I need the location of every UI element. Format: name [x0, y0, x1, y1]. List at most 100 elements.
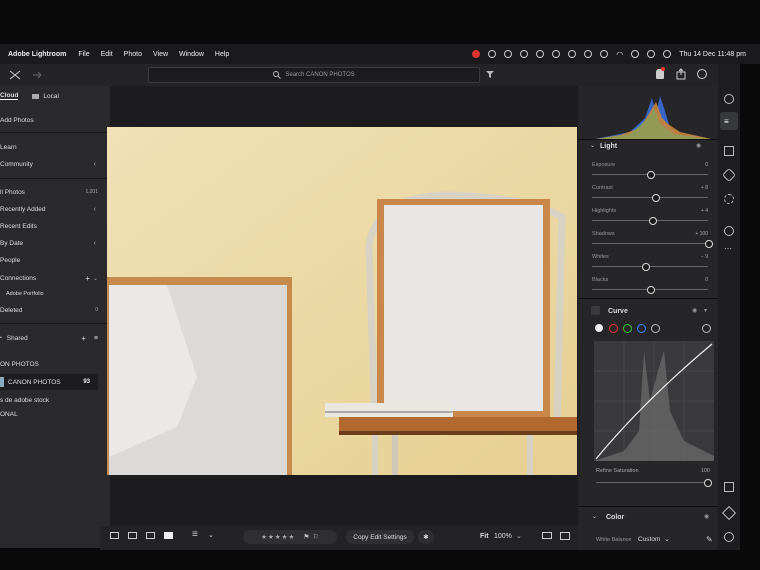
sidebar-item-learn[interactable]: Learn: [0, 141, 106, 153]
sidebar-item-deleted[interactable]: Deleted 0: [0, 304, 106, 316]
add-icon[interactable]: +: [85, 274, 90, 283]
eye-icon[interactable]: ◉: [696, 142, 701, 149]
chevron-down-icon[interactable]: ▾: [704, 307, 707, 314]
healing-icon[interactable]: [721, 167, 737, 183]
slider-value-exposure[interactable]: 0: [705, 162, 708, 168]
slider-blacks[interactable]: [647, 286, 655, 294]
forward-arrow-icon[interactable]: [32, 70, 42, 80]
chevron-down-icon[interactable]: ⌄: [516, 532, 522, 540]
record-icon[interactable]: [472, 50, 481, 58]
comments-icon[interactable]: [724, 482, 734, 492]
chevron-down-icon[interactable]: ⌄: [93, 275, 98, 282]
history-icon[interactable]: [724, 226, 734, 236]
curve-section-title[interactable]: Curve: [608, 308, 628, 315]
slider-value-contrast[interactable]: + 8: [701, 185, 708, 191]
sidebar-item-by-date[interactable]: By Date ‹: [0, 237, 106, 249]
refine-saturation-slider[interactable]: [704, 479, 712, 487]
filter-icon[interactable]: [486, 70, 494, 78]
white-balance-value[interactable]: Custom: [638, 536, 660, 543]
status-icon[interactable]: [520, 50, 529, 58]
status-icon[interactable]: [504, 50, 513, 58]
square-grid-icon[interactable]: [128, 532, 137, 539]
tone-curve-graph[interactable]: [594, 341, 714, 461]
add-album-icon[interactable]: +: [81, 334, 86, 343]
filmstrip-icon[interactable]: [542, 532, 552, 539]
masking-icon[interactable]: [724, 194, 734, 204]
album-item-canon-photos[interactable]: CANON PHOTOS 93: [0, 374, 98, 390]
slider-value-highlights[interactable]: + 4: [701, 208, 708, 214]
menu-photo[interactable]: Photo: [124, 51, 142, 58]
menu-edit[interactable]: Edit: [101, 51, 113, 58]
slider-exposure[interactable]: [647, 171, 655, 179]
album-item-adobe-stock[interactable]: s de adobe stock: [0, 394, 106, 406]
blue-channel-icon[interactable]: [637, 324, 646, 333]
edit-sliders-icon[interactable]: [720, 112, 738, 130]
presets-icon[interactable]: [724, 94, 734, 104]
sidebar-item-connections[interactable]: Connections + ⌄: [0, 272, 106, 284]
menu-help[interactable]: Help: [215, 51, 229, 58]
star-rating[interactable]: ★★★★★: [261, 533, 295, 541]
copy-edit-settings-button[interactable]: Copy Edit Settings: [346, 530, 414, 544]
grid-view-icon[interactable]: [110, 532, 119, 539]
shared-section[interactable]: • Shared + ≡: [0, 332, 106, 344]
target-adjust-icon[interactable]: [702, 324, 711, 333]
status-icon[interactable]: [488, 50, 497, 58]
eye-icon[interactable]: ◉: [692, 307, 697, 314]
status-icon[interactable]: [600, 50, 609, 58]
light-section-title[interactable]: Light: [600, 143, 617, 150]
red-channel-icon[interactable]: [609, 324, 618, 333]
settings-gear-button[interactable]: ✱: [418, 530, 434, 544]
flag-icon[interactable]: ⚑: [303, 533, 309, 541]
bluetooth-icon[interactable]: [568, 50, 577, 58]
wifi-icon[interactable]: ◠: [616, 50, 623, 59]
eyedropper-icon[interactable]: ✎: [706, 535, 713, 544]
info-icon[interactable]: [724, 532, 734, 542]
before-after-icon[interactable]: [560, 532, 570, 540]
status-icon[interactable]: [552, 50, 561, 58]
slider-value-whites[interactable]: − 9: [701, 254, 708, 260]
search-field[interactable]: Search CANON PHOTOS: [148, 67, 480, 83]
menu-file[interactable]: File: [78, 51, 89, 58]
app-name[interactable]: Adobe Lightroom: [8, 51, 66, 58]
white-channel-icon[interactable]: [595, 324, 603, 332]
slider-value-shadows[interactable]: + 100: [695, 231, 708, 237]
album-group[interactable]: ON PHOTOS: [0, 358, 106, 370]
color-section-title[interactable]: Color: [606, 514, 624, 521]
info-icon[interactable]: [697, 69, 707, 79]
add-photos-button[interactable]: Add Photos: [0, 114, 106, 126]
siri-icon[interactable]: [663, 50, 672, 58]
search-icon[interactable]: [631, 50, 640, 58]
chevron-down-icon[interactable]: ⌄: [664, 535, 670, 543]
slider-contrast[interactable]: [651, 194, 660, 202]
reject-flag-icon[interactable]: ⚐: [313, 533, 319, 541]
slider-shadows[interactable]: [705, 240, 713, 248]
slider-whites[interactable]: [642, 263, 651, 271]
menu-view[interactable]: View: [153, 51, 168, 58]
chevron-down-icon[interactable]: ⌄: [208, 531, 214, 539]
sidebar-item-recent-edits[interactable]: Recent Edits: [0, 220, 106, 232]
sort-icon[interactable]: ≡: [192, 529, 198, 540]
sidebar-item-people[interactable]: People: [0, 254, 106, 266]
keywords-icon[interactable]: [721, 505, 737, 521]
sidebar-item-community[interactable]: Community ‹: [0, 158, 106, 170]
chevron-down-icon[interactable]: ⌄: [592, 513, 597, 520]
fit-label[interactable]: Fit: [480, 533, 489, 540]
sort-icon[interactable]: ≡: [94, 335, 98, 342]
sidebar-item-all-photos[interactable]: ll Photos 1,201: [0, 186, 106, 198]
compare-view-icon[interactable]: [146, 532, 155, 539]
menu-window[interactable]: Window: [179, 51, 204, 58]
crop-icon[interactable]: [724, 146, 734, 156]
photo-preview[interactable]: [107, 127, 577, 475]
zoom-level[interactable]: 100%: [494, 533, 512, 540]
share-icon[interactable]: [676, 68, 686, 80]
sidebar-item-recently-added[interactable]: Recently Added ‹: [0, 203, 106, 215]
control-center-icon[interactable]: [647, 50, 656, 58]
datetime[interactable]: Thu 14 Dec 11:48 pm: [679, 51, 746, 58]
battery-icon[interactable]: [584, 50, 593, 58]
collapse-panel-icon[interactable]: [8, 69, 22, 81]
chevron-down-icon[interactable]: ⌄: [590, 142, 595, 149]
eye-icon[interactable]: ◉: [704, 513, 709, 520]
more-options-icon[interactable]: ⋯: [724, 244, 732, 253]
status-icon[interactable]: [536, 50, 545, 58]
slider-value-blacks[interactable]: 0: [705, 277, 708, 283]
